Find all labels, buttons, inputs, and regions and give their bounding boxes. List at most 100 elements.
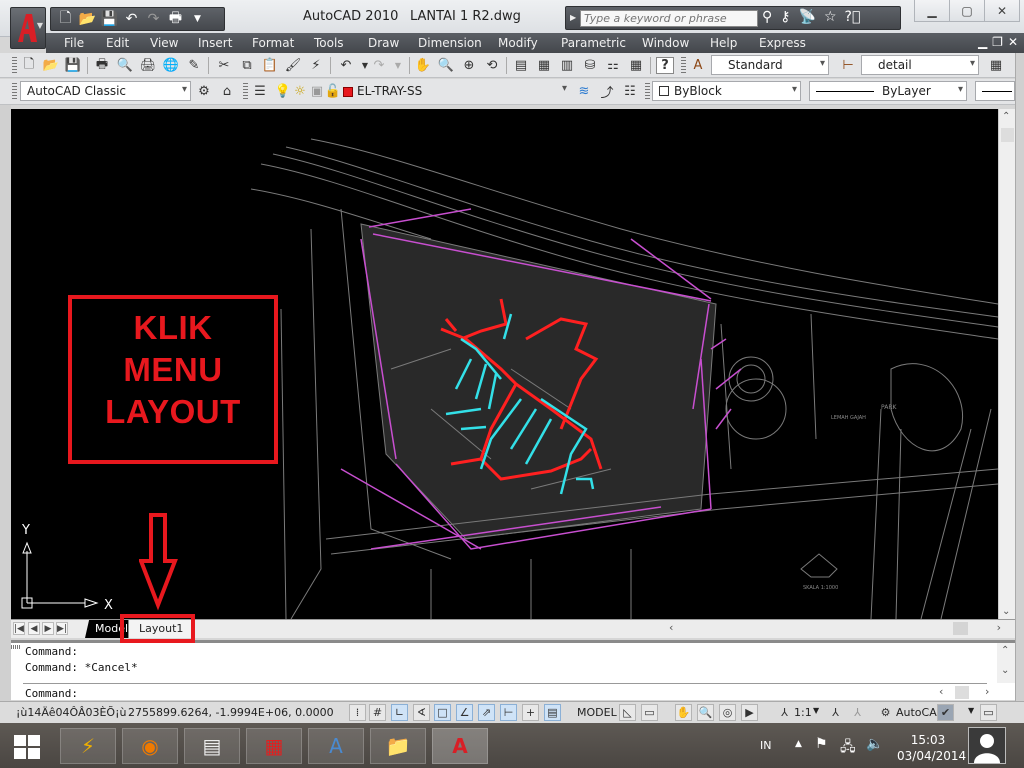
menu-draw[interactable]: Draw: [368, 36, 399, 50]
menu-window[interactable]: Window: [642, 36, 689, 50]
table-style-icon[interactable]: ▦: [987, 57, 1005, 74]
dynamic-input-icon[interactable]: ⊢: [500, 704, 517, 721]
design-center-icon[interactable]: ▦: [535, 57, 553, 74]
steering-wheel-icon[interactable]: ◎: [719, 704, 736, 721]
text-style-dropdown[interactable]: Standard ▾: [711, 55, 829, 75]
taskbar-reader[interactable]: ▤: [184, 728, 240, 764]
redo-icon[interactable]: ↷: [370, 57, 388, 74]
scroll-right-icon[interactable]: ›: [997, 621, 1001, 634]
binoculars-icon[interactable]: ⚲: [762, 9, 772, 25]
ortho-mode-icon[interactable]: ∟: [391, 704, 408, 721]
scroll-down-icon[interactable]: ⌄: [1002, 606, 1010, 617]
dynamic-ucs-icon[interactable]: ⇗: [478, 704, 495, 721]
taskbar-spreadsheet[interactable]: ▦: [246, 728, 302, 764]
show-hidden-icons[interactable]: ▲: [795, 739, 802, 749]
horizontal-scrollbar[interactable]: ‹ ›: [663, 621, 1003, 636]
pan-icon[interactable]: ✋: [414, 57, 432, 74]
clock-time[interactable]: 15:03: [908, 733, 948, 747]
command-grip[interactable]: [11, 645, 21, 649]
publish-icon[interactable]: 🖨: [139, 57, 157, 74]
clean-screen-icon[interactable]: ▭: [980, 704, 997, 721]
scroll-left-icon[interactable]: ‹: [669, 621, 673, 634]
vertical-scrollbar[interactable]: ⌃ ⌄: [998, 109, 1015, 619]
layer-states-icon[interactable]: ☷: [621, 83, 639, 100]
plot-preview-icon[interactable]: 🔍: [116, 57, 134, 74]
object-snap-icon[interactable]: □: [434, 704, 451, 721]
command-prompt[interactable]: Command:: [25, 687, 78, 700]
scroll-left-icon[interactable]: ‹: [939, 685, 943, 698]
taskbar-wordpad[interactable]: A: [308, 728, 364, 764]
doc-minimize-icon[interactable]: ▁: [978, 35, 987, 49]
toolbar-grip[interactable]: [681, 57, 686, 73]
scroll-down-icon[interactable]: ⌄: [1001, 665, 1009, 676]
quickcalc-icon[interactable]: ▦: [627, 57, 645, 74]
workspace-switch-icon[interactable]: ⚙: [877, 704, 894, 721]
tool-palettes-icon[interactable]: ▥: [558, 57, 576, 74]
volume-icon[interactable]: 🔈: [866, 736, 883, 752]
help-icon[interactable]: ?: [656, 57, 674, 74]
menu-tools[interactable]: Tools: [314, 36, 344, 50]
lock-toolbar-icon[interactable]: ✔: [937, 704, 954, 721]
lineweight-dropdown[interactable]: [975, 81, 1015, 101]
copy-icon[interactable]: ⧉: [238, 57, 256, 74]
markup-icon[interactable]: ✎: [185, 57, 203, 74]
workspace-label[interactable]: AutoCA: [896, 706, 937, 719]
dim-style-icon[interactable]: ⊢: [839, 57, 857, 74]
dim-style-dropdown[interactable]: detail ▾: [861, 55, 979, 75]
scroll-thumb[interactable]: [953, 622, 968, 635]
quick-properties-icon[interactable]: ▤: [544, 704, 561, 721]
plot-icon[interactable]: 🖶: [167, 10, 184, 28]
toolbar-grip[interactable]: [645, 83, 650, 100]
zoom-window-icon[interactable]: ⊕: [460, 57, 478, 74]
model-space-toggle[interactable]: MODEL: [577, 706, 617, 719]
redo-dropdown-icon[interactable]: ▼: [389, 57, 407, 74]
search-input[interactable]: [580, 10, 758, 27]
3d-dwf-icon[interactable]: 🌐: [162, 57, 180, 74]
clock-date[interactable]: 03/04/2014: [897, 749, 966, 763]
restore-button[interactable]: ▢: [949, 0, 984, 21]
annotation-visibility-icon[interactable]: ⅄: [827, 704, 844, 721]
key-icon[interactable]: ⚷: [780, 9, 790, 25]
redo-icon[interactable]: ↷: [145, 11, 162, 28]
chevron-down-icon[interactable]: ▼: [968, 706, 974, 715]
undo-icon[interactable]: ↶: [337, 57, 355, 74]
customize-dropdown-icon[interactable]: ▼: [189, 11, 206, 28]
clean-screen-icon[interactable]: ⌂: [218, 83, 236, 100]
paste-icon[interactable]: 📋: [261, 57, 279, 74]
toolbar-grip[interactable]: [243, 83, 248, 100]
next-tab-icon[interactable]: ▶: [42, 622, 54, 635]
quick-view-layouts-icon[interactable]: ◺: [619, 704, 636, 721]
quick-view-drawings-icon[interactable]: ▭: [641, 704, 658, 721]
pan-icon[interactable]: ✋: [675, 704, 692, 721]
last-tab-icon[interactable]: ▶|: [56, 622, 68, 635]
minimize-button[interactable]: ▁: [915, 0, 949, 21]
zoom-realtime-icon[interactable]: 🔍: [437, 57, 455, 74]
cut-icon[interactable]: ✂: [215, 57, 233, 74]
linetype-dropdown[interactable]: ByLayer ▾: [809, 81, 967, 101]
layer-on-icon[interactable]: 💡: [274, 83, 292, 100]
scroll-thumb[interactable]: [1001, 128, 1014, 142]
menu-express[interactable]: Express: [759, 36, 806, 50]
layer-unlock-icon[interactable]: 🔓: [324, 83, 342, 100]
zoom-previous-icon[interactable]: ⟲: [483, 57, 501, 74]
help-icon[interactable]: ?⃝: [845, 9, 861, 25]
zoom-icon[interactable]: 🔍: [697, 704, 714, 721]
chevron-down-icon[interactable]: ▼: [813, 706, 819, 715]
workspace-dropdown[interactable]: AutoCAD Classic ▾: [20, 81, 191, 101]
layer-thaw-icon[interactable]: ☼: [291, 83, 309, 100]
menu-parametric[interactable]: Parametric: [561, 36, 626, 50]
menu-modify[interactable]: Modify: [498, 36, 538, 50]
menu-view[interactable]: View: [150, 36, 178, 50]
save-icon[interactable]: 💾: [64, 57, 82, 74]
new-icon[interactable]: 🗋: [57, 10, 74, 28]
scroll-up-icon[interactable]: ⌃: [1001, 645, 1009, 656]
plot-icon[interactable]: 🖶: [93, 57, 111, 74]
prev-tab-icon[interactable]: ◀: [28, 622, 40, 635]
menu-edit[interactable]: Edit: [106, 36, 129, 50]
satellite-icon[interactable]: 📡: [799, 9, 816, 25]
scroll-up-icon[interactable]: ⌃: [1002, 111, 1010, 122]
layer-dropdown[interactable]: EL-TRAY-SS ▾: [355, 81, 570, 101]
annotation-scale-icon[interactable]: ⅄: [776, 704, 793, 721]
doc-restore-icon[interactable]: ❐: [992, 35, 1003, 49]
first-tab-icon[interactable]: |◀: [13, 622, 25, 635]
